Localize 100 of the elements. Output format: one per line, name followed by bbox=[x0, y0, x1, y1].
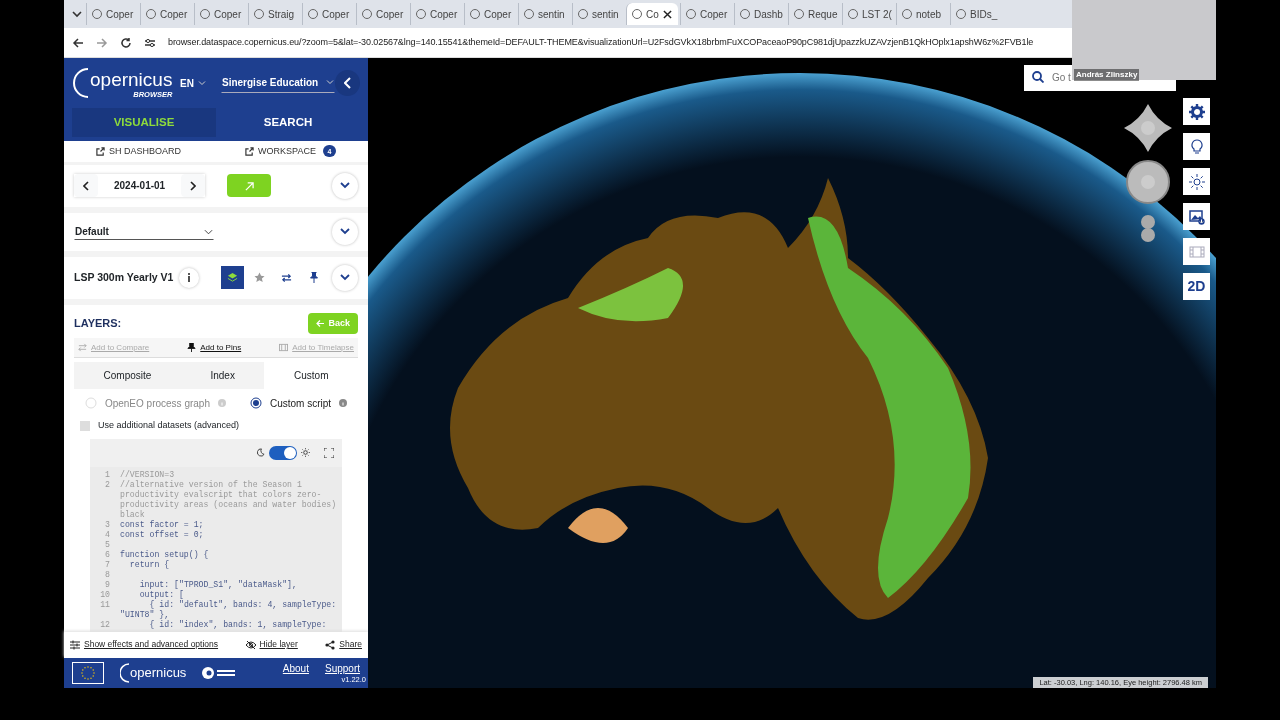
chevron-left-icon bbox=[343, 77, 352, 89]
map-tool-button[interactable] bbox=[1183, 98, 1210, 125]
nav-tab[interactable]: VISUALISE bbox=[72, 108, 216, 138]
tab-title: Coper bbox=[106, 7, 134, 22]
external-link-icon bbox=[96, 146, 106, 156]
line-number: 2 bbox=[104, 479, 111, 491]
info-button[interactable] bbox=[179, 267, 200, 288]
checkbox-option[interactable]: Use additional datasets (advanced) bbox=[80, 419, 358, 433]
tab-title: Coper bbox=[214, 7, 242, 22]
chevron-right-icon bbox=[190, 181, 197, 192]
info-icon bbox=[339, 399, 348, 408]
film-icon bbox=[1188, 243, 1205, 260]
footer-link[interactable]: Support bbox=[324, 661, 360, 675]
swap-arrows-icon bbox=[78, 343, 87, 353]
previous-date-button[interactable] bbox=[74, 174, 98, 198]
tab-title: sentin bbox=[592, 7, 619, 22]
sun-icon bbox=[301, 448, 310, 458]
line-number: 9 bbox=[104, 579, 111, 590]
reload-icon[interactable] bbox=[120, 36, 132, 49]
star-icon bbox=[254, 272, 266, 284]
mode-tab[interactable]: Index bbox=[180, 362, 265, 390]
code-line: output: [ bbox=[138, 589, 185, 600]
browser-tab[interactable]: BIDs_ bbox=[950, 3, 1002, 25]
browser-tab[interactable]: Co bbox=[626, 3, 678, 25]
map-tool-button[interactable] bbox=[1183, 168, 1210, 195]
tab-title: Coper bbox=[322, 7, 350, 22]
mode-tab[interactable]: Custom bbox=[264, 362, 358, 390]
browser-tab[interactable]: LST 2( bbox=[842, 3, 894, 25]
browser-tab[interactable]: Coper bbox=[680, 3, 732, 25]
mode-tab[interactable]: Composite bbox=[74, 362, 181, 390]
info-icon bbox=[187, 273, 192, 283]
browser-tab[interactable]: Straig bbox=[248, 3, 300, 25]
browser-tab[interactable]: Coper bbox=[86, 3, 138, 25]
radio-option[interactable]: Custom script bbox=[249, 395, 348, 411]
logo-text: opernicus bbox=[130, 664, 187, 682]
collapse-button[interactable] bbox=[335, 70, 360, 96]
map-tool-button[interactable]: 2D bbox=[1183, 273, 1210, 300]
layers-button[interactable] bbox=[221, 266, 245, 290]
nav-tab[interactable]: SEARCH bbox=[216, 108, 360, 138]
chevron-down-icon bbox=[326, 78, 335, 86]
expand-button[interactable] bbox=[332, 218, 358, 245]
external-link-icon bbox=[245, 146, 255, 156]
line-number: 4 bbox=[104, 529, 111, 540]
chevron-left-icon bbox=[83, 181, 89, 192]
eye-slash-icon bbox=[245, 639, 256, 650]
tab-title: Dashb bbox=[754, 7, 783, 22]
forward-icon[interactable] bbox=[96, 36, 108, 49]
footer-link[interactable]: Hide layer bbox=[245, 638, 298, 651]
footer-link[interactable]: Share bbox=[325, 638, 362, 651]
film-icon bbox=[279, 343, 289, 353]
account-select[interactable]: Sinergise Education bbox=[221, 73, 336, 93]
map-tool-button[interactable] bbox=[1183, 203, 1210, 230]
code-line: { id: "default", bands: 4, sampleType: "UINT8" }, bbox=[120, 599, 338, 620]
footer-link[interactable]: Show effects and advanced options bbox=[70, 638, 219, 651]
browser-tab[interactable]: Coper bbox=[410, 3, 462, 25]
expand-button[interactable] bbox=[332, 172, 358, 199]
browser-tab[interactable]: sentin bbox=[572, 3, 624, 25]
browser-tab[interactable]: Coper bbox=[302, 3, 354, 25]
date-field[interactable]: 2024-01-01 bbox=[98, 178, 182, 194]
light-bulb-icon bbox=[1188, 138, 1205, 155]
theme-toggle[interactable] bbox=[269, 445, 297, 460]
logo-arc-icon bbox=[120, 662, 130, 683]
browser-tab[interactable]: Coper bbox=[356, 3, 408, 25]
line-number: 7 bbox=[104, 559, 111, 570]
map-tool-button[interactable] bbox=[1183, 133, 1210, 160]
line-number: 8 bbox=[104, 569, 111, 580]
footer-link[interactable]: About bbox=[282, 661, 309, 675]
code-line: //alternative version of the Season 1 productivity evalscript that colors zero-productivity areas (oceans and water bodies) black bbox=[120, 479, 338, 520]
browser-tab[interactable]: Coper bbox=[140, 3, 192, 25]
next-date-button[interactable] bbox=[181, 174, 206, 198]
language-select[interactable]: EN bbox=[179, 74, 207, 92]
browser-tab[interactable]: sentin bbox=[518, 3, 570, 25]
fullscreen-icon[interactable] bbox=[324, 447, 334, 458]
close-icon[interactable] bbox=[662, 9, 672, 19]
sun-icon bbox=[1188, 173, 1205, 190]
browser-tab[interactable]: Coper bbox=[464, 3, 516, 25]
left-arrow-icon bbox=[316, 319, 325, 327]
pin-icon bbox=[187, 343, 197, 353]
browser-tab[interactable]: Coper bbox=[194, 3, 246, 25]
expand-button[interactable] bbox=[332, 264, 358, 291]
tab-title: Co bbox=[646, 7, 659, 22]
swap-arrows-icon bbox=[281, 272, 293, 283]
browser-tab[interactable]: Reque bbox=[788, 3, 840, 25]
code-editor[interactable] bbox=[90, 466, 342, 632]
address-bar[interactable]: browser.dataspace.copernicus.eu/?zoom=5&lat=-30.02567&lng=140.15541&themeId=DEFAULT-THEME&visualizationUrl=U2FsdGVkX18brbmFuXCOPaceaoP90pC981djUpazzkUZAVzjenB1QkHOplx1apshW6z%2FVB1le bbox=[168, 35, 1034, 50]
code-line: input: ["TPROD_S1", "dataMask"], bbox=[138, 579, 298, 590]
action-link[interactable]: Add to Pins bbox=[187, 341, 242, 354]
back-icon[interactable] bbox=[72, 36, 84, 49]
site-settings-icon[interactable] bbox=[144, 36, 156, 49]
radio-icon bbox=[249, 397, 262, 410]
info-icon bbox=[217, 399, 226, 408]
browser-tab[interactable]: noteb bbox=[896, 3, 948, 25]
chevron-down-icon bbox=[198, 79, 206, 87]
external-link[interactable]: SH DASHBOARD bbox=[96, 144, 182, 159]
radio-icon bbox=[84, 397, 97, 410]
tab-title: Coper bbox=[430, 7, 458, 22]
browser-tab[interactable]: Dashb bbox=[734, 3, 786, 25]
participant-name: András Zlinszky bbox=[1074, 69, 1140, 81]
code-line: const factor = 1; bbox=[120, 519, 205, 530]
chevron-down-icon bbox=[340, 228, 350, 236]
